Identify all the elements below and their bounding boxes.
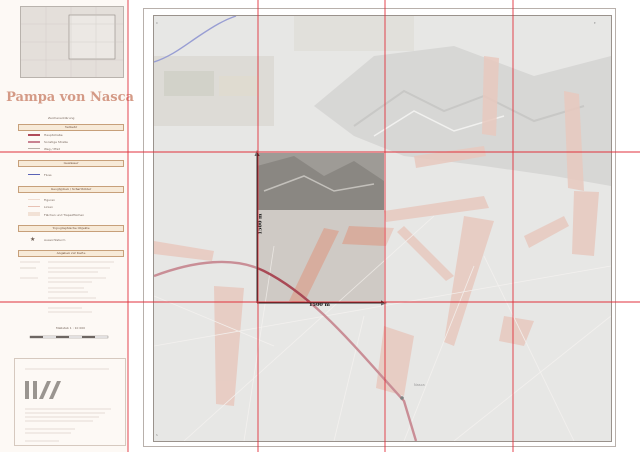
measure-label-vertical: 1500 m [257,213,264,235]
legend-item: Hauptstraße [44,133,63,137]
legend-item: Weg / Pfad [44,147,61,151]
swatch-areas [28,212,40,216]
legend-header: Zeichenerklärung [48,116,75,120]
scale-bar [29,335,109,339]
map-graphic: Nasca 0 ES [154,16,611,441]
overview-map [20,6,124,78]
legend-section-gewaesser: Gewässer [18,160,124,167]
publisher-graphic [25,368,111,442]
swatch-other-road [28,141,40,143]
publisher-box [14,358,126,446]
htw-logo [25,381,61,399]
legend-section-topo: Topographische Objekte [18,225,124,232]
swatch-river [28,174,40,175]
legend-item: Flächen und Trapezflächen [44,213,85,217]
legend-item: Aussichtsturm [44,238,66,242]
legend-item: Fluss [44,173,52,177]
legend-item: Linien [44,205,53,209]
swatch-lines [28,206,40,207]
tower-icon: ★ [30,236,36,243]
legend-item: Sonstige Straße [44,140,68,144]
legend-section-geoglyphs: Geoglyphen / Scharrbilder [18,186,124,193]
satellite-map[interactable]: Nasca 0ES 1500 m 1500 m [153,15,612,442]
legend-section-mapinfo: Angaben zur Karte [18,250,124,257]
swatch-main-road [28,134,40,136]
swatch-path [28,148,40,149]
legend-section-verkehr: Verkehr [18,124,124,131]
map-info-text-block [20,261,114,313]
overview-graphic [21,7,123,77]
swatch-figures [28,199,40,200]
scale-label: Maßstab 1 : 10 000 [56,326,86,330]
map-title: Pampa von Nasca [6,90,134,105]
legend-item: Figuren [44,198,56,202]
measure-label-horizontal: 1500 m [309,302,330,308]
legend-panel: Pampa von Nasca Zeichenerklärung Verkehr… [0,0,134,452]
